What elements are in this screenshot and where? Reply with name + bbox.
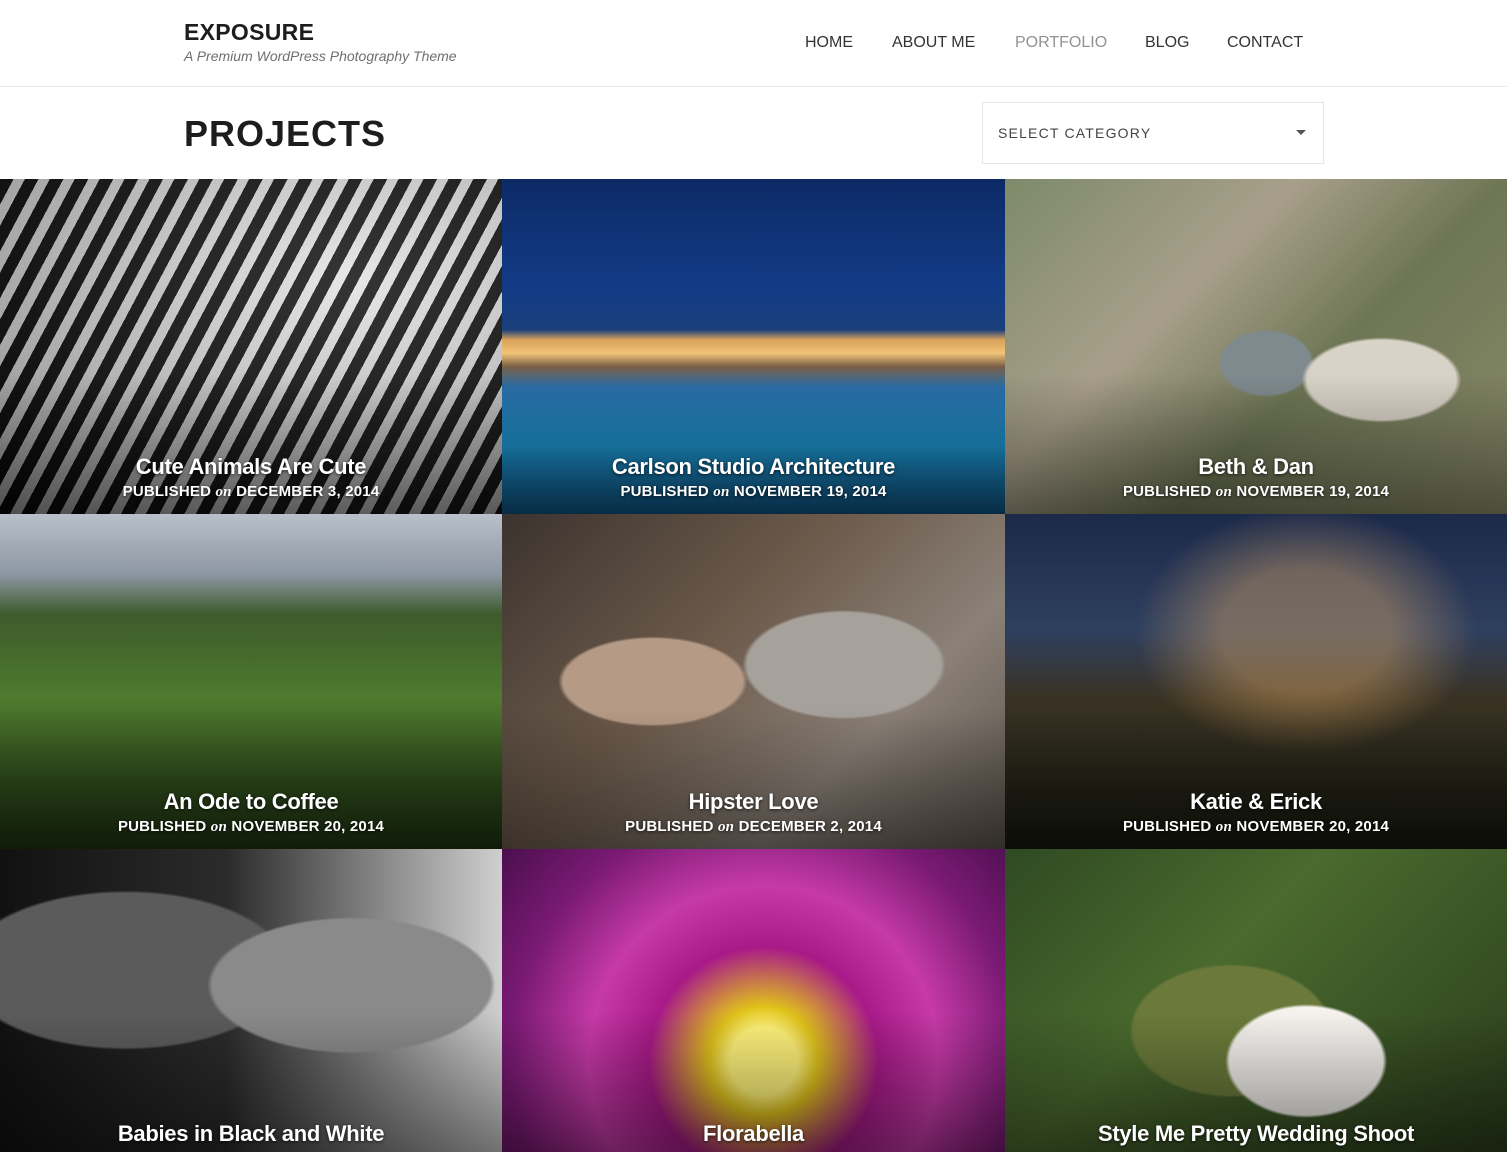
main-nav: HOME ABOUT ME PORTFOLIO BLOG CONTACT [0,33,1507,55]
project-tile[interactable]: Beth & Dan PUBLISHED on NOVEMBER 19, 201… [1005,179,1507,514]
category-select-value: SELECT CATEGORY [998,125,1152,141]
project-meta: PUBLISHED on NOVEMBER 20, 2014 [1122,818,1390,835]
project-tile[interactable]: Katie & Erick PUBLISHED on NOVEMBER 20, … [1005,514,1507,849]
nav-about-me[interactable]: ABOUT ME [892,33,975,53]
project-meta: PUBLISHED on NOVEMBER 20, 2014 [117,818,385,835]
project-title: Style Me Pretty Wedding Shoot [1097,1121,1415,1146]
page-title: PROJECTS [184,113,387,154]
project-caption: An Ode to Coffee PUBLISHED on NOVEMBER 2… [0,788,502,836]
project-title: An Ode to Coffee [163,789,339,814]
nav-blog[interactable]: BLOG [1145,33,1189,53]
project-title: Florabella [703,1121,804,1146]
project-meta: PUBLISHED on DECEMBER 3, 2014 [122,483,380,500]
project-meta: PUBLISHED on NOVEMBER 19, 2014 [1122,483,1390,500]
project-caption: Cute Animals Are Cute PUBLISHED on DECEM… [0,453,502,501]
project-caption: Babies in Black and White [0,1120,502,1148]
project-tile[interactable]: An Ode to Coffee PUBLISHED on NOVEMBER 2… [0,514,502,849]
project-tile[interactable]: Florabella [502,849,1005,1152]
project-caption: Katie & Erick PUBLISHED on NOVEMBER 20, … [1005,788,1507,836]
category-select[interactable]: SELECT CATEGORY [982,102,1324,164]
nav-contact[interactable]: CONTACT [1227,33,1303,53]
project-tile[interactable]: Style Me Pretty Wedding Shoot [1005,849,1507,1152]
project-title: Babies in Black and White [117,1121,385,1146]
project-meta: PUBLISHED on DECEMBER 2, 2014 [625,818,882,835]
project-tile[interactable]: Carlson Studio Architecture PUBLISHED on… [502,179,1005,514]
project-tile[interactable]: Hipster Love PUBLISHED on DECEMBER 2, 20… [502,514,1005,849]
project-title: Hipster Love [688,789,819,814]
project-caption: Style Me Pretty Wedding Shoot [1005,1120,1507,1148]
project-tile[interactable]: Babies in Black and White [0,849,502,1152]
project-meta: PUBLISHED on NOVEMBER 19, 2014 [620,483,887,500]
page-header: PROJECTS SELECT CATEGORY [0,88,1507,179]
project-title: Katie & Erick [1190,789,1322,814]
nav-home[interactable]: HOME [805,33,853,53]
portfolio-grid: Cute Animals Are Cute PUBLISHED on DECEM… [0,179,1507,1152]
nav-portfolio[interactable]: PORTFOLIO [1015,33,1107,53]
caret-down-icon [1296,130,1306,135]
project-caption: Carlson Studio Architecture PUBLISHED on… [502,453,1005,501]
site-header: EXPOSURE A Premium WordPress Photography… [0,0,1507,87]
project-title: Cute Animals Are Cute [135,454,367,479]
project-caption: Beth & Dan PUBLISHED on NOVEMBER 19, 201… [1005,453,1507,501]
project-title: Beth & Dan [1198,454,1314,479]
project-tile[interactable]: Cute Animals Are Cute PUBLISHED on DECEM… [0,179,502,514]
project-caption: Hipster Love PUBLISHED on DECEMBER 2, 20… [502,788,1005,836]
project-caption: Florabella [502,1120,1005,1148]
project-title: Carlson Studio Architecture [611,454,896,479]
